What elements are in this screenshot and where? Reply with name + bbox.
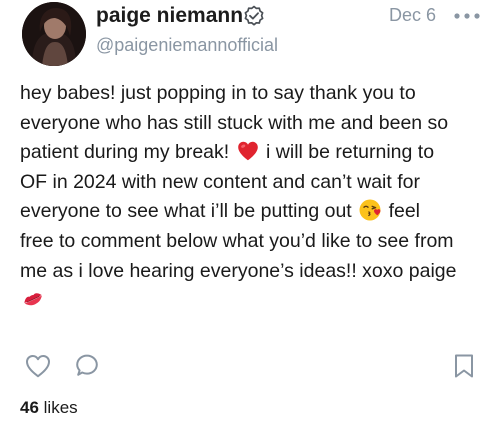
text-segment: feel <box>388 200 421 223</box>
text-segment: free to comment below what you’d like to… <box>20 229 454 252</box>
post-text-line: me as i love hearing everyone’s ideas!! … <box>20 257 490 287</box>
text-segment: i will be returning to <box>266 141 435 164</box>
text-segment: everyone who has still stuck with me and… <box>20 111 449 134</box>
post-card: paige niemann @paigeniemannofficial Dec … <box>0 0 500 425</box>
post-text-line: patient during my break! i will be retur… <box>20 138 490 168</box>
text-segment: hey babes! just popping in to say thank … <box>20 82 416 104</box>
post-text: hey babes! just popping in to say thank … <box>20 79 490 316</box>
post-date[interactable]: Dec 6 <box>389 3 436 27</box>
post-text-line: everyone to see what i’ll be putting out… <box>20 197 490 227</box>
comment-bubble-icon[interactable] <box>73 352 101 380</box>
text-segment: everyone to see what i’ll be putting out <box>20 200 352 223</box>
post-text-line: OF in 2024 with new content and can’t wa… <box>20 168 490 198</box>
likes-count[interactable]: 46 likes <box>20 397 78 419</box>
text-segment: OF in 2024 with new content and can’t wa… <box>20 170 420 193</box>
bookmark-icon[interactable] <box>452 352 476 380</box>
text-segment: me as i love hearing everyone’s ideas!! … <box>20 259 457 282</box>
post-text-line: everyone who has still stuck with me and… <box>20 109 490 139</box>
heart-outline-icon[interactable] <box>24 352 52 380</box>
likes-number: 46 <box>20 398 39 417</box>
verified-badge-icon <box>243 5 265 27</box>
more-horizontal-icon[interactable] <box>452 8 482 24</box>
text-segment: patient during my break! <box>20 141 230 164</box>
face-blowing-kiss-emoji <box>358 198 382 222</box>
red-heart-emoji <box>236 139 260 163</box>
likes-label: likes <box>43 398 78 417</box>
post-text-line: free to comment below what you’d like to… <box>20 227 490 257</box>
kiss-mark-emoji <box>21 287 45 311</box>
display-name[interactable]: paige niemann <box>96 2 243 30</box>
user-handle[interactable]: @paigeniemannofficial <box>96 33 278 57</box>
post-text-line <box>20 286 490 316</box>
post-text-line: hey babes! just popping in to say thank … <box>20 79 490 109</box>
avatar[interactable] <box>22 2 86 66</box>
